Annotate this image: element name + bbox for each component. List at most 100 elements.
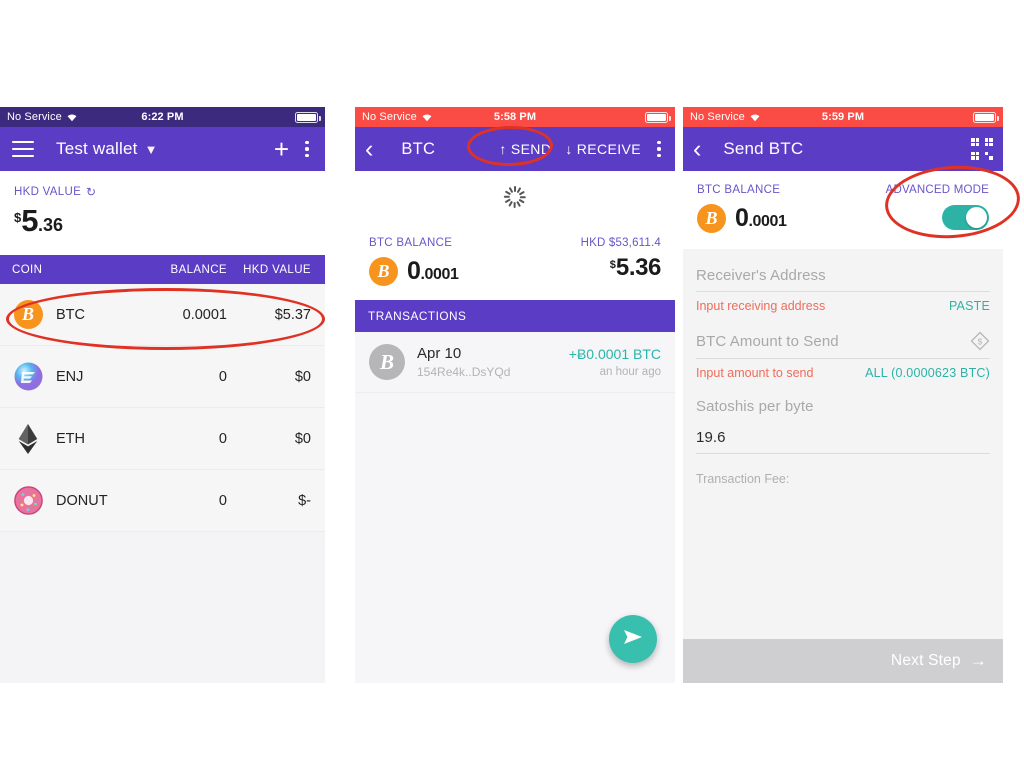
bitcoin-icon: B [369,257,398,286]
coin-row-eth[interactable]: ETH 0 $0 [0,408,325,470]
btc-balance-amount: B 0.0001 [369,257,581,286]
amount-input[interactable]: BTC Amount to Send [696,333,970,350]
chevron-left-icon[interactable]: ‹ [693,136,701,162]
status-bar-left: No Service [362,111,433,123]
amount-decimals: .0001 [420,266,459,283]
status-bar-right [645,111,671,123]
table-row[interactable]: B Apr 10 154Re4k..DsYQd +Ƀ0.0001 BTC an … [355,332,675,393]
coin-balance: 0 [218,430,227,447]
currency-symbol: $ [609,259,616,271]
amount-whole: 0 [735,204,749,232]
page-title: Test wallet [56,139,138,158]
send-fab-button[interactable] [609,615,657,663]
bitcoin-icon: B [369,344,405,380]
kebab-menu-icon[interactable] [657,140,661,158]
amount-input-row[interactable]: BTC Amount to Send $ [696,331,990,359]
balance-left: BTC BALANCE B 0.0001 [697,184,886,233]
loading-spinner-icon [504,186,526,208]
coin-row-btc[interactable]: B BTC 0.0001 $5.37 [0,284,325,346]
receiver-address-error: Input receiving address [696,299,826,313]
paste-button[interactable]: PASTE [949,299,990,313]
page-title: BTC [401,139,436,158]
coin-symbol: ENJ [56,368,84,385]
receive-button[interactable]: ↓ RECEIVE [565,141,641,157]
coin-symbol: ETH [56,430,85,447]
coin-fiat-value: $0 [294,430,311,447]
kebab-menu-icon[interactable] [305,140,309,158]
coin-fiat-value: $- [298,492,311,509]
status-bar-right [973,111,999,123]
wifi-icon [66,112,78,122]
coin-list: B BTC 0.0001 $5.37 ENJ 0 $0 ETH 0 $0 DON… [0,284,325,532]
chevron-down-icon[interactable]: ▼ [145,142,158,157]
amount-whole: 0 [407,257,421,285]
btc-detail-screen: No Service 5:58 PM ‹ BTC ↑ SEND ↓ RECEIV… [355,107,675,683]
currency-symbol: $ [14,210,22,225]
advanced-mode-toggle[interactable] [942,205,989,230]
arrow-down-icon: ↓ [565,141,573,157]
amount-decimals: .0001 [748,213,787,230]
battery-full-icon [295,111,321,123]
qr-code-scanner-icon[interactable] [971,138,993,160]
next-step-label: Next Step [890,652,961,669]
bitcoin-icon: B [697,204,726,233]
column-header-balance: BALANCE [170,263,227,276]
wifi-icon [749,112,761,122]
status-bar: No Service 5:58 PM [355,107,675,127]
coin-fiat-value: $5.37 [274,306,311,323]
page-title: Send BTC [723,139,804,158]
btc-balance-label: BTC BALANCE [697,184,781,196]
plus-icon[interactable]: + [274,136,289,162]
hkd-value-amount: $ 5 .36 [14,203,311,239]
send-btc-screen: No Service 5:59 PM ‹ Send BTC BTC BALANC… [683,107,1003,683]
status-bar-left: No Service [7,111,78,123]
column-header-coin: COIN [12,263,43,276]
send-button[interactable]: ↑ SEND [499,141,551,157]
battery-full-icon [645,111,671,123]
hkd-rate-label: HKD $53,611.4 [580,237,661,249]
coin-symbol: BTC [56,306,85,323]
currency-switch-icon[interactable]: $ [970,331,990,351]
fee-rate-input[interactable]: 19.6 [696,429,990,454]
receiver-address-helper-row: Input receiving address PASTE [696,292,990,313]
wallet-overview-screen: No Service 6:22 PM Test wallet ▼ + HKD V… [0,107,325,683]
receiver-address-input[interactable]: Receiver's Address [696,267,990,292]
coin-row-enj[interactable]: ENJ 0 $0 [0,346,325,408]
amount-error: Input amount to send [696,366,814,380]
coin-row-donut[interactable]: DONUT 0 $- [0,470,325,532]
app-bar: ‹ Send BTC [683,127,1003,171]
hamburger-menu-icon[interactable] [12,141,34,157]
chevron-left-icon[interactable]: ‹ [365,136,373,162]
advanced-mode-label: ADVANCED MODE [885,184,989,196]
donut-icon [0,486,56,515]
btc-balance-label: BTC BALANCE [369,237,453,249]
carrier-label: No Service [7,111,62,123]
transaction-address: 154Re4k..DsYQd [417,365,511,379]
send-all-button[interactable]: ALL (0.0000623 BTC) [865,366,990,380]
amount-field-group: BTC Amount to Send $ Input amount to sen… [696,313,990,380]
coin-balance: 0 [218,492,227,509]
hkd-value-label: HKD VALUE [14,186,82,198]
refresh-icon[interactable]: ↻ [86,185,96,199]
balance-left: BTC BALANCE B 0.0001 [369,237,581,286]
hkd-value-card: HKD VALUE ↻ $ 5 .36 [0,171,325,255]
status-bar-right [295,111,321,123]
fiat-value: $ 5.36 [581,254,662,282]
carrier-label: No Service [362,111,417,123]
arrow-right-icon: → [969,651,987,670]
receiver-address-field-group: Receiver's Address Input receiving addre… [696,249,990,313]
amount-cents: .36 [37,215,64,235]
next-step-button[interactable]: Next Step → [683,639,1003,683]
status-bar: No Service 6:22 PM [0,107,325,127]
ethereum-icon [0,423,56,454]
app-bar: Test wallet ▼ + [0,127,325,171]
balance-right: HKD $53,611.4 $ 5.36 [580,237,662,282]
transaction-amount: +Ƀ0.0001 BTC [568,346,661,362]
send-plane-icon [622,627,644,652]
send-form: Receiver's Address Input receiving addre… [683,249,1003,486]
fee-rate-label: Satoshis per byte [696,398,814,415]
svg-text:$: $ [978,337,983,347]
btc-balance-amount: B 0.0001 [697,204,886,233]
amount-whole: 5 [21,203,38,238]
send-label: SEND [510,141,552,157]
